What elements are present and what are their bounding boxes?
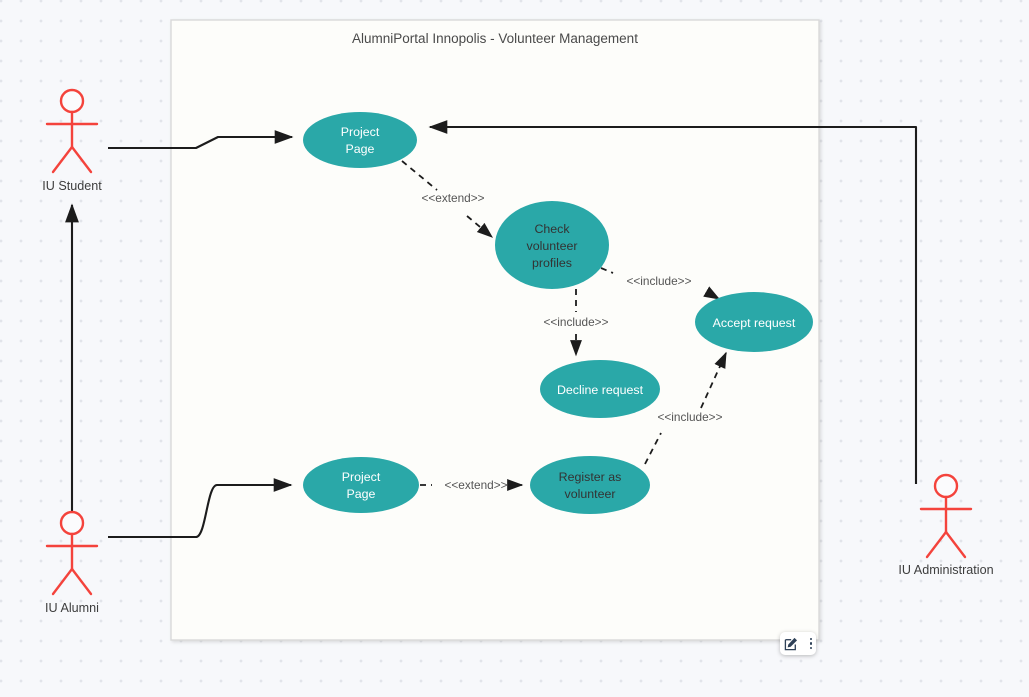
use-case-ellipse[interactable] [540,360,660,418]
stereotype-label-extend-register: <<extend>> [445,478,508,492]
stereotype-label-extend-check: <<extend>> [422,191,485,205]
use-case-project-page-bottom[interactable]: Project Page [303,457,419,513]
actor-label: IU Administration [898,563,993,577]
use-case-ellipse[interactable] [695,292,813,352]
use-case-decline-request[interactable]: Decline request [540,360,660,418]
use-case-project-page-top[interactable]: Project Page [303,112,417,168]
actor-stick-figure [45,510,99,596]
actor-label: IU Student [42,179,102,193]
use-case-register-as-volunteer[interactable]: Register as volunteer [530,456,650,514]
stereotype-label-include-register: <<include>> [658,410,723,424]
use-case-accept-request[interactable]: Accept request [695,292,813,352]
use-case-ellipse[interactable] [303,112,417,168]
edit-pencil-icon [784,637,798,650]
actor-iu-student[interactable]: IU Student [42,88,102,193]
actor-stick-figure [45,88,99,174]
stereotype-label-include-accept: <<include>> [627,274,692,288]
edit-button[interactable] [784,637,798,651]
system-boundary-title: AlumniPortal Innopolis - Volunteer Manag… [352,31,638,46]
use-case-ellipse[interactable] [530,456,650,514]
use-case-ellipse[interactable] [495,201,609,289]
stereotype-label-include-decline: <<include>> [544,315,609,329]
actor-iu-administration[interactable]: IU Administration [898,473,994,577]
actor-iu-alumni[interactable]: IU Alumni [45,510,99,615]
more-vertical-icon [809,637,812,651]
more-options-button[interactable] [809,637,812,651]
use-case-diagram: AlumniPortal Innopolis - Volunteer Manag… [42,19,994,641]
actor-stick-figure [919,473,973,559]
use-case-ellipse[interactable] [303,457,419,513]
actor-label: IU Alumni [45,601,99,615]
use-case-check-volunteer-profiles[interactable]: Check volunteer profiles [495,201,609,289]
floating-toolbar[interactable] [780,632,816,655]
